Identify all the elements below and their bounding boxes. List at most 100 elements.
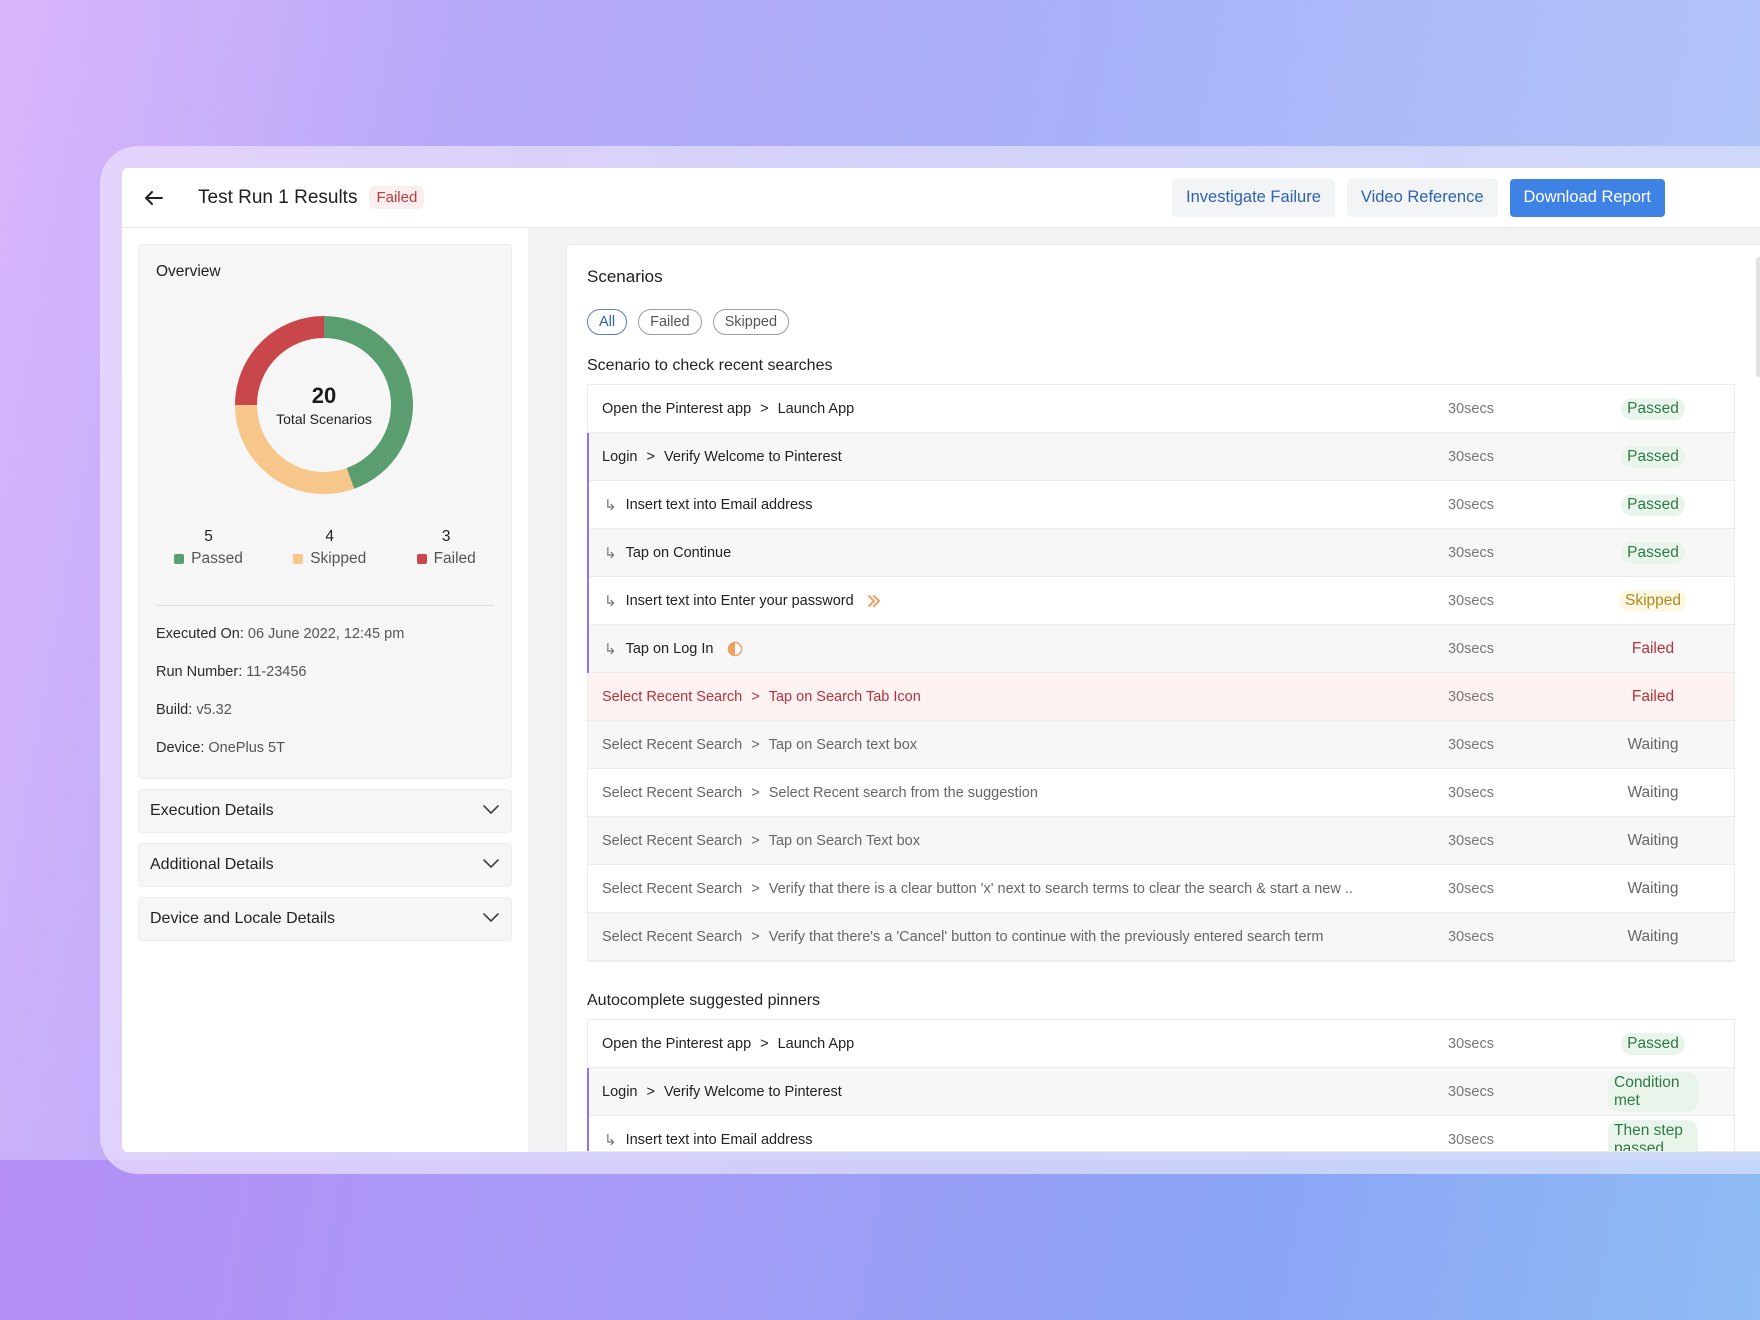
accordion-execution-details[interactable]: Execution Details (138, 789, 512, 833)
breadcrumb-separator: > (751, 832, 760, 849)
filter-chip-all[interactable]: All (587, 309, 628, 335)
app-window: Test Run 1 Results Failed Investigate Fa… (122, 168, 1760, 1152)
step-status-badge: Waiting (1627, 879, 1679, 897)
step-duration: 30secs (1448, 880, 1494, 897)
step-status-cell: Passed (1608, 397, 1734, 420)
step-row[interactable]: Select Recent Search > Verify that there i… (588, 865, 1734, 913)
donut-legend: 5 Passed 4 Skipped 3 Failed (139, 528, 511, 568)
run-metadata: Executed On: 06 June 2022, 12:45 pm Run N… (156, 626, 404, 778)
breadcrumb-separator: > (751, 688, 760, 705)
step-description: ↳ Insert text into Email address (588, 1131, 1448, 1149)
legend-label-text: Passed (191, 550, 243, 567)
step-status-cell: Failed (1608, 638, 1734, 660)
step-duration: 30secs (1448, 640, 1494, 657)
step-row[interactable]: Select Recent Search > Tap on Search Tab I… (588, 673, 1734, 721)
scrollbar[interactable] (1756, 257, 1760, 377)
step-status-cell: Waiting (1608, 734, 1734, 756)
run-status-badge: Failed (369, 186, 425, 209)
step-parent: Open the Pinterest app (602, 1035, 752, 1052)
breadcrumb-separator: > (760, 1035, 769, 1052)
step-status-cell: Skipped (1608, 589, 1734, 612)
step-row[interactable]: Login > Verify Welcome to Pinterest 30secs C… (587, 1068, 1734, 1116)
total-scenarios-count: 20 (311, 383, 337, 408)
step-description: Open the Pinterest app > Launch App (588, 1036, 1448, 1052)
video-reference-button[interactable]: Video Reference (1346, 178, 1498, 217)
step-status-badge: Waiting (1627, 735, 1679, 753)
step-child: Verify Welcome to Pinterest (663, 1083, 842, 1100)
scenario-group-title: Autocomplete suggested pinners (587, 992, 821, 1009)
step-status-badge: Failed (1631, 687, 1675, 705)
step-row[interactable]: Select Recent Search > Select Recent searc… (588, 769, 1734, 817)
step-parent: Open the Pinterest app (602, 400, 752, 417)
meta-key: Run Number: (156, 664, 243, 680)
meta-value: 11-23456 (246, 664, 307, 680)
accordion-device-and-locale-details[interactable]: Device and Locale Details (138, 897, 512, 941)
step-status-badge: Waiting (1627, 831, 1679, 849)
step-name: Insert text into Enter your password (625, 592, 854, 609)
sub-step-arrow-icon: ↳ (604, 1131, 617, 1149)
total-scenarios-label: Total Scenarios (276, 411, 372, 427)
legend-count: 3 (441, 528, 451, 545)
step-status-cell: Failed (1608, 686, 1734, 708)
accordion-additional-details[interactable]: Additional Details (138, 843, 512, 887)
step-status-cell: Passed (1608, 445, 1734, 468)
arrow-left-icon (145, 190, 163, 205)
back-button[interactable] (140, 184, 168, 212)
breadcrumb-separator: > (751, 928, 760, 945)
sub-step-arrow-icon: ↳ (604, 544, 617, 562)
download-report-button[interactable]: Download Report (1509, 178, 1665, 217)
step-status-badge: Then step passed (1608, 1119, 1698, 1151)
page-title: Test Run 1 Results (198, 186, 358, 208)
step-child: Tap on Search Tab Icon (768, 688, 921, 705)
sub-step-arrow-icon: ↳ (604, 592, 617, 610)
step-row[interactable]: ↳ Tap on Continue 30secs Passed (587, 529, 1734, 577)
scenario-group: Autocomplete suggested pinners Open the P… (587, 992, 1741, 1151)
legend-item-passed: 5 Passed (174, 528, 243, 568)
step-duration: 30secs (1448, 544, 1494, 561)
filter-chip-failed[interactable]: Failed (638, 309, 702, 335)
step-row[interactable]: ↳ Insert text into Email address 30secs Pas… (587, 481, 1734, 529)
chevron-down-icon (483, 856, 499, 874)
step-status-cell: Then step passed (1608, 1119, 1734, 1151)
breadcrumb-separator: > (751, 736, 760, 753)
investigate-failure-button[interactable]: Investigate Failure (1172, 178, 1335, 217)
step-row[interactable]: Open the Pinterest app > Launch App 30secs P… (588, 385, 1734, 433)
step-status-cell: Condition met (1608, 1071, 1734, 1112)
scenarios-region: Scenarios All Failed Skipped Scenario to c… (548, 228, 1760, 1152)
step-status-cell: Passed (1608, 1032, 1734, 1055)
step-parent: Select Recent Search (602, 736, 743, 753)
skip-icon (867, 594, 880, 608)
step-child: Verify that there is a clear button 'x' … (768, 880, 1353, 897)
legend-label-text: Failed (433, 550, 476, 567)
step-row[interactable]: Select Recent Search > Tap on Search Text … (588, 817, 1734, 865)
step-duration: 30secs (1448, 496, 1494, 513)
donut-center: 20 Total Scenarios (235, 316, 413, 494)
step-status-cell: Waiting (1608, 830, 1734, 852)
sub-step-arrow-icon: ↳ (604, 640, 617, 658)
step-row[interactable]: ↳ Tap on Log In 30secs Failed (587, 625, 1734, 673)
step-duration: 30secs (1448, 400, 1494, 417)
steps-list: Open the Pinterest app > Launch App 30secs P… (587, 1019, 1735, 1151)
step-description: Login > Verify Welcome to Pinterest (588, 1084, 1448, 1100)
step-row[interactable]: ↳ Insert text into Email address 30secs The… (587, 1116, 1734, 1151)
step-row[interactable]: ↳ Insert text into Enter your password 30s… (587, 577, 1734, 625)
step-description: Select Recent Search > Tap on Search Text … (588, 833, 1448, 849)
step-row[interactable]: Open the Pinterest app > Launch App 30secs P… (588, 1020, 1734, 1068)
meta-row: Build: v5.32 (156, 702, 404, 720)
step-row[interactable]: Login > Verify Welcome to Pinterest 30secs P… (587, 433, 1734, 481)
step-duration: 30secs (1448, 688, 1494, 705)
overview-title: Overview (156, 263, 221, 280)
step-child: Tap on Search text box (768, 736, 918, 753)
step-status-badge: Failed (1631, 639, 1675, 657)
step-row[interactable]: Select Recent Search > Verify that there's… (588, 913, 1734, 961)
step-name: Tap on Log In (625, 640, 714, 657)
step-duration: 30secs (1448, 1131, 1494, 1148)
step-row[interactable]: Select Recent Search > Tap on Search text … (588, 721, 1734, 769)
filter-chip-skipped[interactable]: Skipped (712, 309, 790, 335)
scenario-group: Scenario to check recent searches Open th… (587, 357, 1741, 962)
step-parent: Select Recent Search (602, 832, 743, 849)
step-duration: 30secs (1448, 736, 1494, 753)
legend-label: Failed (416, 550, 476, 568)
header-actions: Investigate Failure Video Reference Down… (1172, 178, 1665, 217)
legend-swatch (174, 554, 185, 564)
